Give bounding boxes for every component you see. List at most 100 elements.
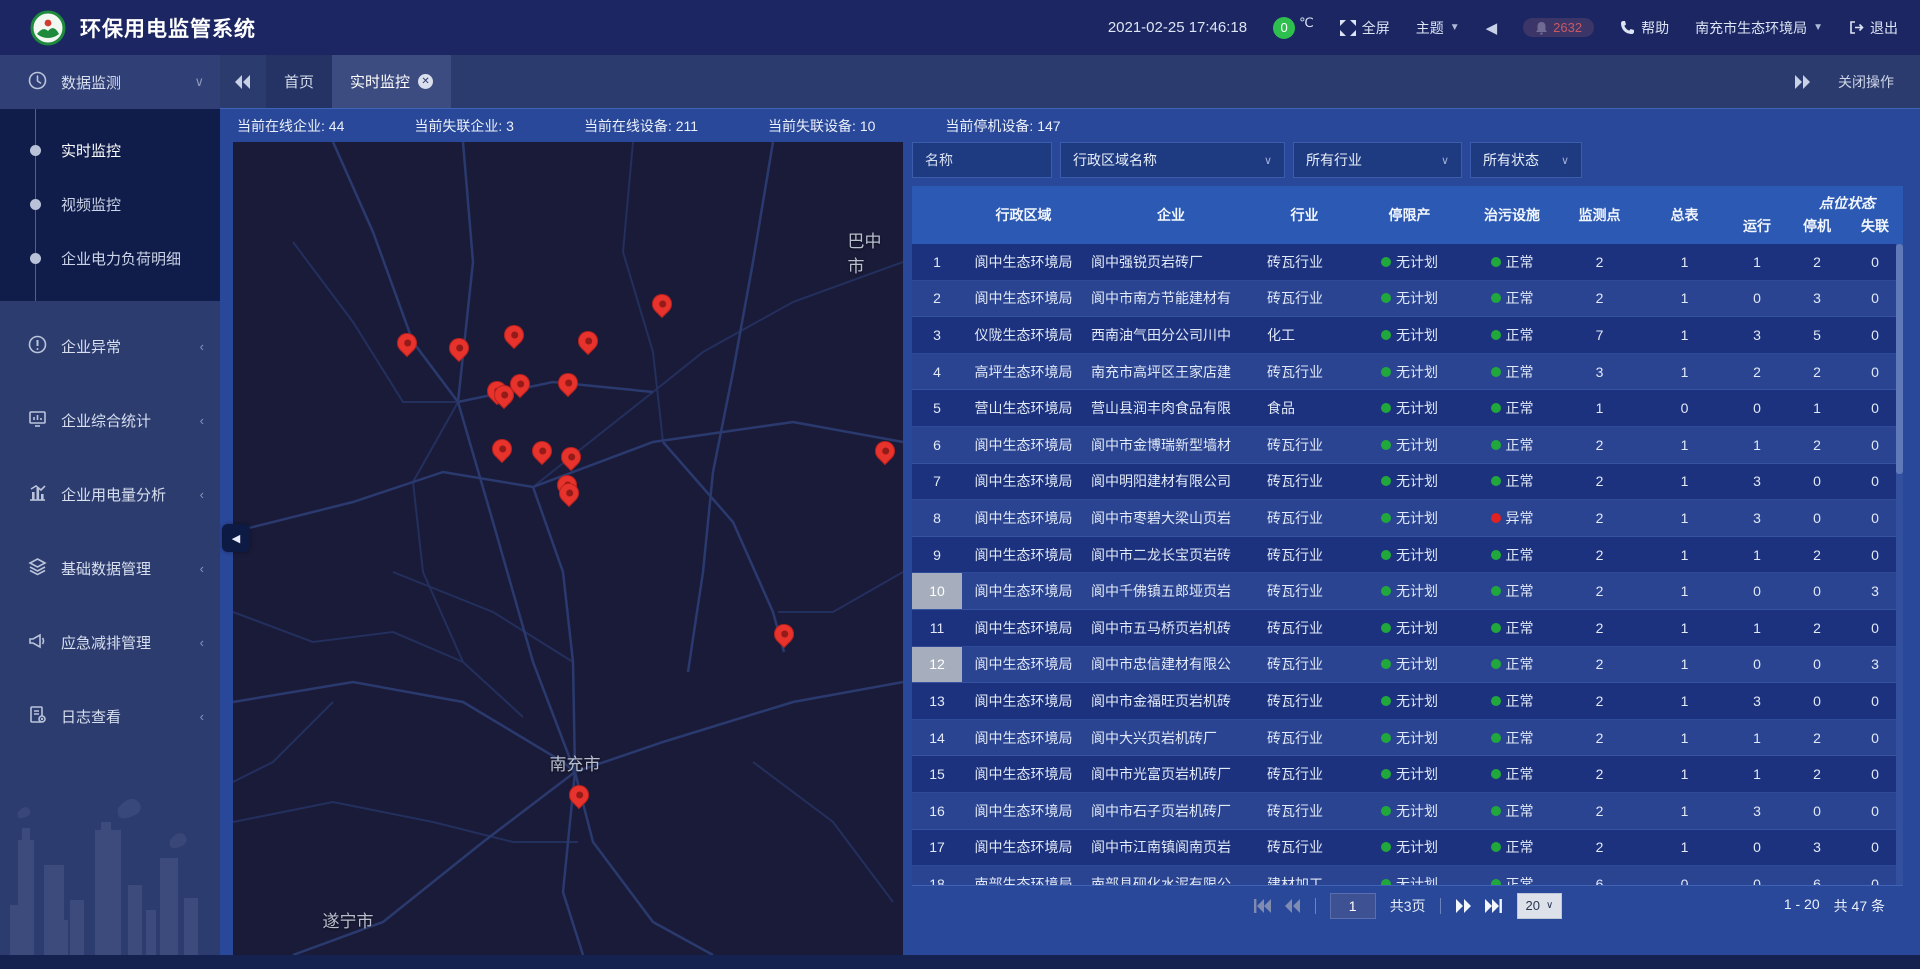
page-number-input[interactable]	[1330, 893, 1376, 919]
notification-badge[interactable]: 2632	[1523, 18, 1594, 37]
table-row[interactable]: 6阆中生态环境局阆中市金博瑞新型墙材砖瓦行业无计划正常21120	[912, 427, 1903, 464]
tab-close-icon[interactable]: ✕	[418, 74, 433, 89]
status-filter-select[interactable]: 所有状态 ∨	[1470, 142, 1582, 178]
status-dot-green	[1381, 476, 1391, 486]
facility-status-label: 正常	[1506, 288, 1534, 308]
table-row[interactable]: 1阆中生态环境局阆中强锐页岩砖厂砖瓦行业无计划正常21120	[912, 244, 1903, 281]
close-operations-button[interactable]: 关闭操作	[1838, 72, 1894, 92]
sidebar-item-basic-data-management[interactable]: 基础数据管理‹	[0, 539, 220, 597]
cell-stop-count: 2	[1787, 610, 1847, 646]
cell-industry: 砖瓦行业	[1257, 464, 1352, 500]
facility-status-label: 正常	[1506, 874, 1534, 885]
prev-page-button[interactable]	[1285, 899, 1301, 913]
status-dot-green	[1491, 257, 1501, 267]
scrollbar-thumb[interactable]	[1896, 244, 1903, 474]
table-row[interactable]: 18南部生态环境局南部县砚化水泥有限公建材加工无计划正常60060	[912, 866, 1903, 885]
stats-bar: 当前在线企业: 44当前失联企业: 3当前在线设备: 211当前失联设备: 10…	[220, 108, 1920, 142]
cell-monitor-count: 2	[1557, 573, 1642, 609]
name-filter-input[interactable]	[925, 152, 1039, 168]
table-row[interactable]: 16阆中生态环境局阆中市石子页岩机砖厂砖瓦行业无计划正常21300	[912, 793, 1903, 830]
col-monitor: 监测点	[1557, 186, 1642, 244]
tab-home[interactable]: 首页	[266, 55, 332, 108]
sidebar-item-log-view[interactable]: 日志查看‹	[0, 687, 220, 745]
divider	[1315, 898, 1316, 914]
sidebar-item-data-monitoring[interactable]: 数据监测∨	[0, 55, 220, 109]
table-row[interactable]: 5营山生态环境局营山县润丰肉食品有限食品无计划正常10010	[912, 390, 1903, 427]
table-row[interactable]: 8阆中生态环境局阆中市枣碧大梁山页岩砖瓦行业无计划异常21300	[912, 500, 1903, 537]
table-row[interactable]: 7阆中生态环境局阆中明阳建材有限公司砖瓦行业无计划正常21300	[912, 464, 1903, 501]
logout-button[interactable]: 退出	[1849, 18, 1898, 38]
sidebar-item-emergency-reduction[interactable]: 应急减排管理‹	[0, 613, 220, 671]
tab-realtime-monitoring[interactable]: 实时监控✕	[332, 55, 451, 108]
table-row[interactable]: 15阆中生态环境局阆中市光富页岩机砖厂砖瓦行业无计划正常21120	[912, 756, 1903, 793]
sidebar-subitem-realtime-monitoring[interactable]: 实时监控	[0, 123, 220, 177]
chevron-left-icon: ‹	[200, 339, 204, 354]
last-page-button[interactable]	[1485, 899, 1503, 913]
cell-region: 阆中生态环境局	[962, 793, 1085, 829]
table-row[interactable]: 4高坪生态环境局南充市高坪区王家店建砖瓦行业无计划正常31220	[912, 354, 1903, 391]
production-status-label: 无计划	[1396, 252, 1438, 272]
sidebar-submenu: 实时监控视频监控企业电力负荷明细	[0, 109, 220, 301]
row-index: 13	[912, 683, 962, 719]
cell-run-count: 3	[1727, 500, 1787, 536]
table-row[interactable]: 14阆中生态环境局阆中大兴页岩机砖厂砖瓦行业无计划正常21120	[912, 720, 1903, 757]
sidebar-item-power-usage-analysis[interactable]: 企业用电量分析‹	[0, 465, 220, 523]
mute-speaker-button[interactable]: ◀	[1486, 19, 1498, 37]
status-dot-green	[1381, 623, 1391, 633]
double-right-arrow-icon[interactable]	[1794, 75, 1810, 89]
status-dot-green	[1381, 769, 1391, 779]
org-dropdown[interactable]: 南充市生态环境局 ▼	[1695, 18, 1823, 38]
sidebar-item-enterprise-statistics[interactable]: 企业综合统计‹	[0, 391, 220, 449]
cell-run-count: 2	[1727, 354, 1787, 390]
table-row[interactable]: 13阆中生态环境局阆中市金福旺页岩机砖砖瓦行业无计划正常21300	[912, 683, 1903, 720]
phone-icon	[1620, 20, 1635, 35]
cell-facility-status: 正常	[1467, 793, 1557, 829]
sidebar-item-enterprise-abnormal[interactable]: 企业异常‹	[0, 317, 220, 375]
table-row[interactable]: 2阆中生态环境局阆中市南方节能建材有砖瓦行业无计划正常21030	[912, 281, 1903, 318]
chevron-down-icon: ∨	[1546, 900, 1553, 911]
cell-region: 阆中生态环境局	[962, 464, 1085, 500]
tab-scroll-left-button[interactable]	[220, 55, 266, 108]
help-button[interactable]: 帮助	[1620, 18, 1669, 38]
name-filter-field[interactable]	[912, 142, 1052, 178]
cell-meter-count: 1	[1642, 683, 1727, 719]
app-header: 环保用电监管系统 2021-02-25 17:46:18 0 ℃ 全屏 主题 ▼…	[0, 0, 1920, 55]
table-row[interactable]: 10阆中生态环境局阆中千佛镇五郎垭页岩砖瓦行业无计划正常21003	[912, 573, 1903, 610]
cell-facility-status: 正常	[1467, 720, 1557, 756]
cell-stop-count: 2	[1787, 244, 1847, 280]
cell-monitor-count: 3	[1557, 354, 1642, 390]
cell-meter-count: 1	[1642, 610, 1727, 646]
status-dot-green	[1381, 513, 1391, 523]
next-page-button[interactable]	[1455, 899, 1471, 913]
table-row[interactable]: 17阆中生态环境局阆中市江南镇阆南页岩砖瓦行业无计划正常21030	[912, 830, 1903, 867]
cell-facility-status: 正常	[1467, 281, 1557, 317]
sidebar-subitem-video-monitoring[interactable]: 视频监控	[0, 177, 220, 231]
page-size-select[interactable]: 20 ∨	[1517, 893, 1563, 919]
region-filter-select[interactable]: 行政区域名称 ∨	[1060, 142, 1285, 178]
cell-meter-count: 1	[1642, 317, 1727, 353]
fullscreen-button[interactable]: 全屏	[1340, 18, 1390, 38]
cell-production-status: 无计划	[1352, 244, 1467, 280]
cell-lost-count: 0	[1847, 464, 1903, 500]
table-scrollbar[interactable]	[1896, 244, 1903, 885]
table-row[interactable]: 9阆中生态环境局阆中市二龙长宝页岩砖砖瓦行业无计划正常21120	[912, 537, 1903, 574]
cell-lost-count: 0	[1847, 537, 1903, 573]
cell-monitor-count: 2	[1557, 756, 1642, 792]
status-dot-green	[1491, 586, 1501, 596]
sidebar-collapse-button[interactable]: ◀	[222, 524, 250, 552]
cell-stop-count: 0	[1787, 464, 1847, 500]
production-status-label: 无计划	[1396, 398, 1438, 418]
table-row[interactable]: 3仪陇生态环境局西南油气田分公司川中化工无计划正常71350	[912, 317, 1903, 354]
table-row[interactable]: 12阆中生态环境局阆中市忠信建材有限公砖瓦行业无计划正常21003	[912, 647, 1903, 684]
theme-dropdown[interactable]: 主题 ▼	[1416, 18, 1460, 38]
cell-lost-count: 3	[1847, 647, 1903, 683]
cell-company: 阆中市忠信建材有限公	[1085, 647, 1257, 683]
first-page-button[interactable]	[1253, 899, 1271, 913]
cell-region: 阆中生态环境局	[962, 683, 1085, 719]
sidebar-subitem-enterprise-power-load-detail[interactable]: 企业电力负荷明细	[0, 231, 220, 285]
table-row[interactable]: 11阆中生态环境局阆中市五马桥页岩机砖砖瓦行业无计划正常21120	[912, 610, 1903, 647]
cell-facility-status: 正常	[1467, 427, 1557, 463]
map[interactable]: 巴中市南充市遂宁市	[233, 142, 903, 955]
row-index: 17	[912, 830, 962, 866]
industry-filter-select[interactable]: 所有行业 ∨	[1293, 142, 1462, 178]
